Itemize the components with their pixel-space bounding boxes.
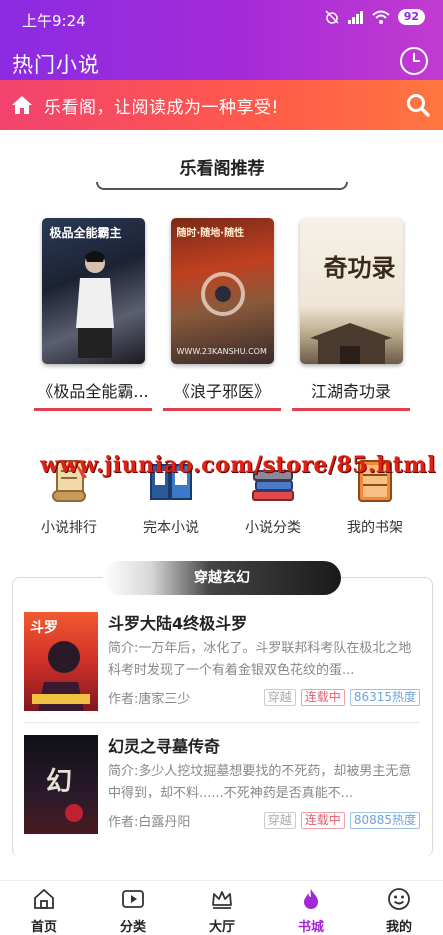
app-header: 上午9:24 92 热门小说 — [0, 0, 443, 80]
recommend-book-2[interactable]: 随时·随地·随性 WWW.23KANSHU.COM 《浪子邪医》 — [163, 218, 281, 411]
cover-art: 幻 — [46, 767, 83, 822]
book-underline — [163, 408, 281, 411]
book-description: 简介:多少人挖坟掘墓想要找的不死药，却被男主无意中得到，却不料......不死神… — [108, 764, 412, 801]
battery-indicator: 92 — [397, 9, 425, 25]
book-name[interactable]: 幻灵之寻墓传奇 — [108, 733, 220, 757]
tab-hall[interactable]: 大厅 — [192, 887, 252, 935]
book-title[interactable]: 《极品全能霸... — [34, 378, 152, 402]
tab-mine[interactable]: 我的 — [369, 887, 429, 935]
book-cover[interactable]: 奇功录 — [299, 218, 403, 364]
tab-home[interactable]: 首页 — [14, 887, 74, 935]
recommend-section-title: 乐看阁推荐 — [96, 150, 348, 190]
list-item[interactable]: 斗罗 斗罗大陆4终极斗罗 简介:一万年后，冰化了。斗罗联邦科考队在极北之地科考时… — [24, 612, 424, 716]
cover-figure — [75, 251, 114, 358]
search-icon[interactable] — [405, 92, 431, 118]
slogan-banner: 乐看阁，让阅读成为一种享受! — [0, 80, 443, 130]
status-bar: 上午9:24 92 — [0, 0, 443, 38]
tag-popularity: 80885热度 — [349, 812, 420, 829]
svg-text:幻: 幻 — [46, 767, 72, 797]
svg-text:斗罗: 斗罗 — [30, 620, 58, 636]
book-cover[interactable]: 随时·随地·随性 WWW.23KANSHU.COM — [170, 218, 274, 364]
list-divider — [24, 722, 420, 723]
book-name[interactable]: 斗罗大陆4终极斗罗 — [108, 610, 247, 634]
cover-emblem — [200, 272, 245, 316]
tag-genre: 穿越 — [263, 812, 296, 829]
book-cover[interactable]: 幻 — [24, 735, 98, 834]
tag-status: 连载中 — [300, 689, 345, 706]
book-underline — [34, 408, 152, 411]
recommend-book-3[interactable]: 奇功录 江湖奇功录 — [292, 218, 410, 411]
tab-category[interactable]: 分类 — [103, 887, 163, 935]
watermark-text: www.jiuniao.com/store/85.html — [40, 452, 436, 478]
book-title[interactable]: 《浪子邪医》 — [163, 378, 281, 402]
video-icon — [122, 890, 144, 908]
smile-icon — [388, 888, 410, 910]
mute-alarm-icon — [325, 10, 339, 24]
tag-genre: 穿越 — [263, 689, 296, 706]
genre-section-title: 穿越玄幻 — [103, 561, 341, 595]
list-item[interactable]: 幻 幻灵之寻墓传奇 简介:多少人挖坟掘墓想要找的不死药，却被男主无意中得到，却不… — [24, 735, 424, 839]
book-cover[interactable]: 极品全能霸主 — [41, 218, 145, 364]
tab-bookstore[interactable]: 书城 — [281, 887, 341, 935]
cover-art: 斗罗 — [30, 620, 90, 711]
tag-status: 连载中 — [300, 812, 345, 829]
wifi-icon — [372, 10, 390, 24]
crown-icon — [212, 891, 232, 909]
book-underline — [292, 408, 410, 411]
home-icon[interactable] — [10, 93, 34, 117]
recommend-book-1[interactable]: 极品全能霸主 《极品全能霸... — [34, 218, 152, 411]
history-clock-icon[interactable] — [399, 46, 429, 76]
flame-icon — [304, 889, 318, 909]
status-time: 上午9:24 — [22, 12, 86, 30]
home-icon — [34, 888, 54, 909]
page-title: 热门小说 — [12, 53, 100, 77]
signal-icon — [347, 11, 363, 24]
tag-popularity: 86315热度 — [349, 689, 420, 706]
book-author: 作者:唐家三少 — [108, 692, 191, 707]
slogan-text: 乐看阁，让阅读成为一种享受! — [44, 98, 279, 118]
book-author: 作者:白露丹阳 — [108, 815, 191, 830]
book-cover[interactable]: 斗罗 — [24, 612, 98, 711]
book-title[interactable]: 江湖奇功录 — [292, 378, 410, 402]
book-description: 简介:一万年后，冰化了。斗罗联邦科考队在极北之地科考时发现了一个有着金银双色花纹… — [108, 641, 412, 678]
bottom-tab-bar: 首页 分类 大厅 书城 我的 — [0, 880, 443, 935]
cover-building — [309, 323, 392, 364]
title-underline — [96, 182, 348, 190]
